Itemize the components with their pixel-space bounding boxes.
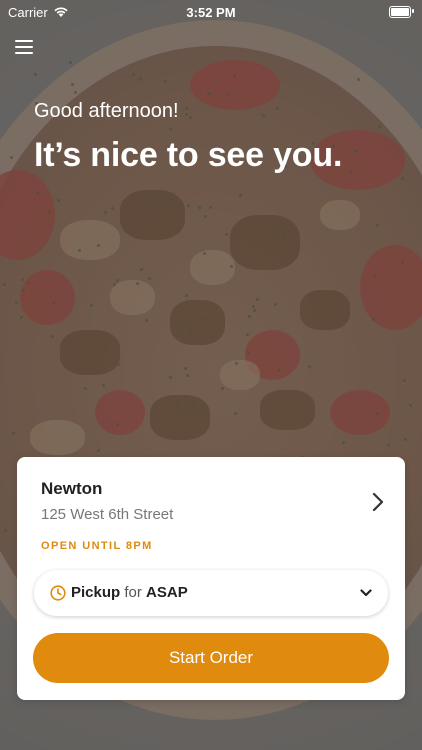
pickup-mode: Pickup (71, 584, 121, 601)
greeting-text: Good afternoon! (34, 100, 179, 122)
pickup-connector: for (124, 584, 142, 601)
store-address: 125 West 6th Street (41, 506, 174, 523)
store-card: Newton 125 West 6th Street OPEN UNTIL 8P… (17, 457, 405, 700)
start-order-button[interactable]: Start Order (33, 633, 389, 683)
pickup-time-dropdown[interactable]: Pickup for ASAP (34, 570, 388, 616)
chevron-down-icon (360, 589, 372, 597)
store-selector[interactable]: Newton 125 West 6th Street (41, 479, 385, 529)
pickup-summary: Pickup for ASAP (71, 584, 188, 601)
status-bar: Carrier 3:52 PM (0, 0, 422, 24)
home-screen: Carrier 3:52 PM Good afternoon! It’s nic… (0, 0, 422, 750)
battery-level (391, 8, 409, 16)
chevron-right-icon (372, 492, 384, 512)
clock-icon (50, 585, 66, 601)
headline-text: It’s nice to see you. (34, 136, 343, 174)
store-name: Newton (41, 479, 103, 498)
store-hours-status: OPEN UNTIL 8PM (41, 540, 153, 552)
hamburger-menu-icon[interactable] (15, 38, 35, 56)
pickup-time: ASAP (146, 584, 188, 601)
status-time: 3:52 PM (186, 4, 236, 20)
battery-icon (389, 6, 414, 18)
